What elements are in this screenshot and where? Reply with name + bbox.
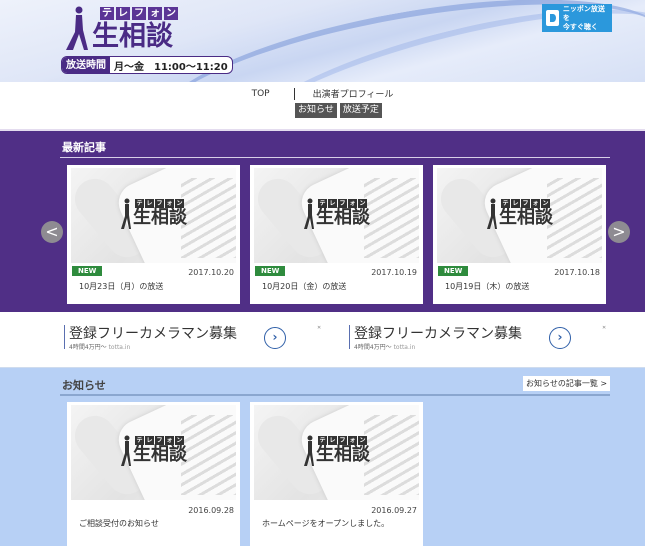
notice-title[interactable]: ご相談受付のお知らせ xyxy=(79,518,159,529)
ad-banner[interactable]: 登録フリーカメラマン募集 4時間4万円〜 totta.in › ✕ xyxy=(349,323,619,353)
article-thumbnail: テレフォン 生相談 xyxy=(437,168,602,263)
walking-person-icon xyxy=(487,198,497,229)
notice-title[interactable]: ホームページをオープンしました。 xyxy=(262,518,389,529)
thumbnail-logo: テレフォン 生相談 xyxy=(487,198,577,238)
nav-buttons: お知らせ 放送予定 xyxy=(295,103,382,118)
chevron-left-icon: < xyxy=(45,222,59,241)
chevron-right-icon[interactable]: › xyxy=(264,327,286,349)
article-date: 2017.10.18 xyxy=(554,268,600,277)
article-thumbnail: テレフォン 生相談 xyxy=(254,168,419,263)
ad-close-icon[interactable]: ✕ xyxy=(317,325,323,337)
ad-banner-row: 登録フリーカメラマン募集 4時間4万円〜 totta.in › ✕ 登録フリーカ… xyxy=(0,312,645,367)
logo-kana-char: フ xyxy=(132,7,146,20)
nav-links: TOP 出演者プロフィール xyxy=(0,87,645,100)
walking-person-icon xyxy=(121,435,131,466)
walking-person-icon xyxy=(66,6,88,50)
logo-kana-char: レ xyxy=(116,7,130,20)
new-badge: NEW xyxy=(72,266,103,276)
ad-banner[interactable]: 登録フリーカメラマン募集 4時間4万円〜 totta.in › ✕ xyxy=(64,323,334,353)
notice-thumbnail: テレフォン 生相談 xyxy=(71,405,236,500)
section-title: お知らせ xyxy=(62,379,106,392)
notice-card[interactable]: テレフォン 生相談 2016.09.27 ホームページをオープンしました。 xyxy=(250,402,423,546)
listen-now-button[interactable]: ニッポン放送を 今すぐ聴く xyxy=(542,4,612,32)
listen-now-label: ニッポン放送を 今すぐ聴く xyxy=(563,5,608,32)
nav-button-news[interactable]: お知らせ xyxy=(295,103,337,118)
logo-kanji: 生相談 xyxy=(92,21,173,52)
listen-now-line1: ニッポン放送を xyxy=(562,4,605,22)
ad-subtitle: 4時間4万円〜 totta.in xyxy=(69,344,131,351)
article-card[interactable]: テレフォン 生相談 NEW 2017.10.20 10月23日（月）の放送 xyxy=(67,165,240,304)
ad-close-icon[interactable]: ✕ xyxy=(602,325,608,337)
nav-link-profile[interactable]: 出演者プロフィール xyxy=(313,87,394,100)
latest-articles-section: 最新記事 < > テレフォン 生相談 NEW 2017.10.20 10月23日… xyxy=(0,129,645,312)
logo-kana-char: ン xyxy=(164,7,178,20)
notice-date: 2016.09.27 xyxy=(371,506,417,515)
ad-accent-bar xyxy=(64,325,65,349)
notice-thumbnail: テレフォン 生相談 xyxy=(254,405,419,500)
new-badge: NEW xyxy=(438,266,469,276)
thumbnail-logo: テレフォン 生相談 xyxy=(121,198,211,238)
notice-date: 2016.09.28 xyxy=(188,506,234,515)
walking-person-icon xyxy=(304,435,314,466)
main-nav: TOP 出演者プロフィール お知らせ 放送予定 xyxy=(0,82,645,129)
site-header: テ レ フ ォ ン 生相談 放送時間 月〜金 11:00〜11:20 ニッポン放… xyxy=(0,0,645,82)
walking-person-icon xyxy=(304,198,314,229)
chevron-right-icon[interactable]: › xyxy=(549,327,571,349)
new-badge: NEW xyxy=(255,266,286,276)
page: テ レ フ ォ ン 生相談 放送時間 月〜金 11:00〜11:20 ニッポン放… xyxy=(0,0,645,546)
airtime-value: 月〜金 11:00〜11:20 xyxy=(114,61,228,73)
ad-subtitle: 4時間4万円〜 totta.in xyxy=(354,344,416,351)
walking-person-icon xyxy=(121,198,131,229)
thumbnail-logo: テレフォン 生相談 xyxy=(304,435,394,475)
article-card[interactable]: テレフォン 生相談 NEW 2017.10.18 10月19日（木）の放送 xyxy=(433,165,606,304)
logo-kana-char: ォ xyxy=(148,7,162,20)
chevron-right-icon: > xyxy=(612,222,626,241)
section-divider xyxy=(60,394,610,396)
nav-divider xyxy=(293,87,295,100)
logo-kana: テ レ フ ォ ン xyxy=(100,7,178,20)
radiko-icon xyxy=(546,10,559,26)
logo-kana-char: テ xyxy=(100,7,114,20)
carousel-next-button[interactable]: > xyxy=(608,221,630,243)
ad-title[interactable]: 登録フリーカメラマン募集 xyxy=(69,323,237,343)
thumbnail-logo: テレフォン 生相談 xyxy=(121,435,211,475)
airtime-badge: 放送時間 月〜金 11:00〜11:20 xyxy=(61,56,233,74)
carousel-prev-button[interactable]: < xyxy=(41,221,63,243)
nav-button-schedule[interactable]: 放送予定 xyxy=(339,103,382,118)
article-card[interactable]: テレフォン 生相談 NEW 2017.10.19 10月20日（金）の放送 xyxy=(250,165,423,304)
notice-card[interactable]: テレフォン 生相談 2016.09.28 ご相談受付のお知らせ xyxy=(67,402,240,546)
article-title[interactable]: 10月20日（金）の放送 xyxy=(262,281,346,292)
article-date: 2017.10.19 xyxy=(371,268,417,277)
ad-title[interactable]: 登録フリーカメラマン募集 xyxy=(354,323,522,343)
nav-link-top[interactable]: TOP xyxy=(252,89,270,99)
notices-section: お知らせ お知らせの記事一覧 > テレフォン 生相談 2016.09.28 ご相… xyxy=(0,367,645,546)
notices-list-link[interactable]: お知らせの記事一覧 > xyxy=(523,376,611,391)
airtime-label: 放送時間 xyxy=(62,57,110,73)
thumbnail-logo: テレフォン 生相談 xyxy=(304,198,394,238)
site-logo[interactable]: テ レ フ ォ ン 生相談 xyxy=(62,2,222,58)
article-thumbnail: テレフォン 生相談 xyxy=(71,168,236,263)
article-title[interactable]: 10月23日（月）の放送 xyxy=(79,281,163,292)
listen-now-line2: 今すぐ聴く xyxy=(562,22,598,31)
section-title: 最新記事 xyxy=(62,141,106,154)
section-divider xyxy=(60,157,610,158)
article-title[interactable]: 10月19日（木）の放送 xyxy=(445,281,529,292)
ad-accent-bar xyxy=(349,325,350,349)
article-date: 2017.10.20 xyxy=(188,268,234,277)
